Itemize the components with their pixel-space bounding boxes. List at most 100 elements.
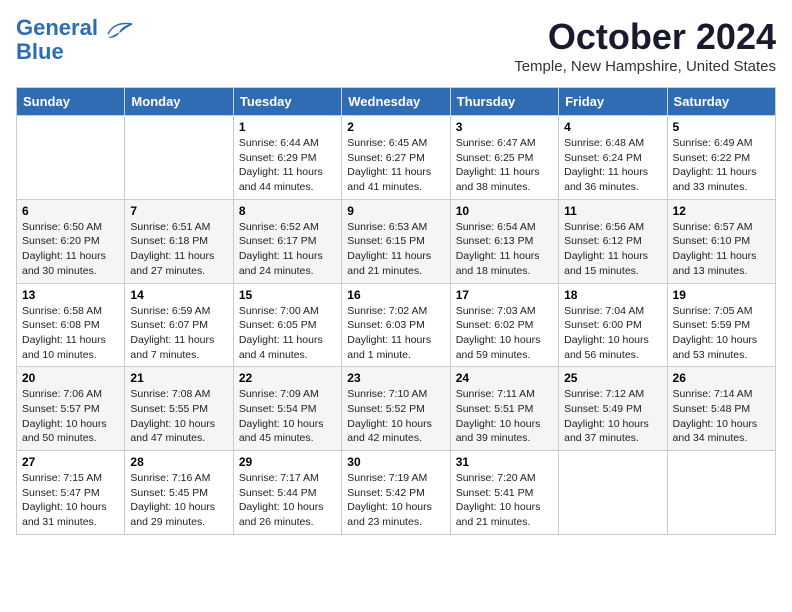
day-info: Sunrise: 7:04 AM Sunset: 6:00 PM Dayligh… — [564, 304, 661, 363]
calendar-cell: 10Sunrise: 6:54 AM Sunset: 6:13 PM Dayli… — [450, 199, 558, 283]
calendar-cell: 27Sunrise: 7:15 AM Sunset: 5:47 PM Dayli… — [17, 451, 125, 535]
day-info: Sunrise: 6:53 AM Sunset: 6:15 PM Dayligh… — [347, 220, 444, 279]
day-info: Sunrise: 6:56 AM Sunset: 6:12 PM Dayligh… — [564, 220, 661, 279]
day-info: Sunrise: 7:15 AM Sunset: 5:47 PM Dayligh… — [22, 471, 119, 530]
day-info: Sunrise: 6:49 AM Sunset: 6:22 PM Dayligh… — [673, 136, 770, 195]
page-header: General Blue October 2024 Temple, New Ha… — [16, 16, 776, 75]
calendar-week-row: 27Sunrise: 7:15 AM Sunset: 5:47 PM Dayli… — [17, 451, 776, 535]
day-number: 28 — [130, 455, 227, 469]
day-info: Sunrise: 6:59 AM Sunset: 6:07 PM Dayligh… — [130, 304, 227, 363]
day-number: 13 — [22, 288, 119, 302]
day-info: Sunrise: 7:16 AM Sunset: 5:45 PM Dayligh… — [130, 471, 227, 530]
day-info: Sunrise: 7:20 AM Sunset: 5:41 PM Dayligh… — [456, 471, 553, 530]
day-info: Sunrise: 7:19 AM Sunset: 5:42 PM Dayligh… — [347, 471, 444, 530]
day-number: 29 — [239, 455, 336, 469]
day-number: 19 — [673, 288, 770, 302]
day-number: 8 — [239, 204, 336, 218]
location: Temple, New Hampshire, United States — [514, 58, 776, 75]
weekday-header-thursday: Thursday — [450, 88, 558, 116]
calendar-cell: 29 Sunrise: 7:17 AM Sunset: 5:44 PM Dayli… — [233, 451, 341, 535]
calendar-week-row: 6 Sunrise: 6:50 AM Sunset: 6:20 PM Daylig… — [17, 199, 776, 283]
calendar-cell: 14Sunrise: 6:59 AM Sunset: 6:07 PM Dayli… — [125, 283, 233, 367]
weekday-header-tuesday: Tuesday — [233, 88, 341, 116]
calendar-cell — [17, 116, 125, 200]
day-number: 11 — [564, 204, 661, 218]
day-info: Sunrise: 6:45 AM Sunset: 6:27 PM Dayligh… — [347, 136, 444, 195]
calendar-cell — [559, 451, 667, 535]
calendar-cell: 30 Sunrise: 7:19 AM Sunset: 5:42 PM Dayli… — [342, 451, 450, 535]
day-info: Sunrise: 7:02 AM Sunset: 6:03 PM Dayligh… — [347, 304, 444, 363]
day-info: Sunrise: 7:11 AM Sunset: 5:51 PM Dayligh… — [456, 387, 553, 446]
calendar-week-row: 1 Sunrise: 6:44 AM Sunset: 6:29 PM Daylig… — [17, 116, 776, 200]
day-number: 23 — [347, 371, 444, 385]
calendar-cell: 11 Sunrise: 6:56 AM Sunset: 6:12 PM Dayli… — [559, 199, 667, 283]
day-info: Sunrise: 7:14 AM Sunset: 5:48 PM Dayligh… — [673, 387, 770, 446]
calendar-cell: 5 Sunrise: 6:49 AM Sunset: 6:22 PM Daylig… — [667, 116, 775, 200]
logo-bird-icon — [106, 20, 134, 38]
calendar-week-row: 13 Sunrise: 6:58 AM Sunset: 6:08 PM Dayli… — [17, 283, 776, 367]
calendar-cell: 26 Sunrise: 7:14 AM Sunset: 5:48 PM Dayli… — [667, 367, 775, 451]
day-info: Sunrise: 7:12 AM Sunset: 5:49 PM Dayligh… — [564, 387, 661, 446]
day-number: 10 — [456, 204, 553, 218]
day-number: 12 — [673, 204, 770, 218]
day-info: Sunrise: 6:48 AM Sunset: 6:24 PM Dayligh… — [564, 136, 661, 195]
day-info: Sunrise: 7:17 AM Sunset: 5:44 PM Dayligh… — [239, 471, 336, 530]
title-block: October 2024 Temple, New Hampshire, Unit… — [514, 16, 776, 75]
day-number: 24 — [456, 371, 553, 385]
day-number: 5 — [673, 120, 770, 134]
calendar-cell: 28 Sunrise: 7:16 AM Sunset: 5:45 PM Dayli… — [125, 451, 233, 535]
calendar-cell: 4Sunrise: 6:48 AM Sunset: 6:24 PM Daylig… — [559, 116, 667, 200]
weekday-header-wednesday: Wednesday — [342, 88, 450, 116]
calendar-cell: 24 Sunrise: 7:11 AM Sunset: 5:51 PM Dayli… — [450, 367, 558, 451]
calendar-cell: 13 Sunrise: 6:58 AM Sunset: 6:08 PM Dayli… — [17, 283, 125, 367]
day-number: 20 — [22, 371, 119, 385]
day-number: 31 — [456, 455, 553, 469]
calendar-cell: 8 Sunrise: 6:52 AM Sunset: 6:17 PM Daylig… — [233, 199, 341, 283]
calendar-cell: 23 Sunrise: 7:10 AM Sunset: 5:52 PM Dayli… — [342, 367, 450, 451]
day-info: Sunrise: 7:05 AM Sunset: 5:59 PM Dayligh… — [673, 304, 770, 363]
weekday-header-saturday: Saturday — [667, 88, 775, 116]
day-number: 6 — [22, 204, 119, 218]
day-info: Sunrise: 6:44 AM Sunset: 6:29 PM Dayligh… — [239, 136, 336, 195]
calendar-cell: 12 Sunrise: 6:57 AM Sunset: 6:10 PM Dayli… — [667, 199, 775, 283]
calendar-cell: 1 Sunrise: 6:44 AM Sunset: 6:29 PM Daylig… — [233, 116, 341, 200]
day-info: Sunrise: 6:51 AM Sunset: 6:18 PM Dayligh… — [130, 220, 227, 279]
weekday-header-friday: Friday — [559, 88, 667, 116]
day-info: Sunrise: 7:10 AM Sunset: 5:52 PM Dayligh… — [347, 387, 444, 446]
calendar-cell: 19 Sunrise: 7:05 AM Sunset: 5:59 PM Dayli… — [667, 283, 775, 367]
day-number: 18 — [564, 288, 661, 302]
day-number: 15 — [239, 288, 336, 302]
day-number: 22 — [239, 371, 336, 385]
day-number: 26 — [673, 371, 770, 385]
day-number: 1 — [239, 120, 336, 134]
logo-text: General — [16, 16, 134, 40]
day-number: 16 — [347, 288, 444, 302]
day-info: Sunrise: 6:58 AM Sunset: 6:08 PM Dayligh… — [22, 304, 119, 363]
calendar-cell: 15 Sunrise: 7:00 AM Sunset: 6:05 PM Dayli… — [233, 283, 341, 367]
day-number: 30 — [347, 455, 444, 469]
calendar-cell: 18 Sunrise: 7:04 AM Sunset: 6:00 PM Dayli… — [559, 283, 667, 367]
day-info: Sunrise: 6:50 AM Sunset: 6:20 PM Dayligh… — [22, 220, 119, 279]
calendar-cell: 16 Sunrise: 7:02 AM Sunset: 6:03 PM Dayli… — [342, 283, 450, 367]
day-info: Sunrise: 7:00 AM Sunset: 6:05 PM Dayligh… — [239, 304, 336, 363]
calendar-cell: 31 Sunrise: 7:20 AM Sunset: 5:41 PM Dayli… — [450, 451, 558, 535]
calendar-header-row: SundayMondayTuesdayWednesdayThursdayFrid… — [17, 88, 776, 116]
day-info: Sunrise: 7:03 AM Sunset: 6:02 PM Dayligh… — [456, 304, 553, 363]
day-number: 21 — [130, 371, 227, 385]
calendar-cell: 9Sunrise: 6:53 AM Sunset: 6:15 PM Daylig… — [342, 199, 450, 283]
month-title: October 2024 — [514, 16, 776, 58]
day-info: Sunrise: 7:09 AM Sunset: 5:54 PM Dayligh… — [239, 387, 336, 446]
weekday-header-sunday: Sunday — [17, 88, 125, 116]
calendar-cell: 7 Sunrise: 6:51 AM Sunset: 6:18 PM Daylig… — [125, 199, 233, 283]
day-info: Sunrise: 7:06 AM Sunset: 5:57 PM Dayligh… — [22, 387, 119, 446]
calendar-table: SundayMondayTuesdayWednesdayThursdayFrid… — [16, 87, 776, 535]
calendar-cell: 6 Sunrise: 6:50 AM Sunset: 6:20 PM Daylig… — [17, 199, 125, 283]
calendar-week-row: 20 Sunrise: 7:06 AM Sunset: 5:57 PM Dayli… — [17, 367, 776, 451]
day-number: 7 — [130, 204, 227, 218]
day-number: 3 — [456, 120, 553, 134]
day-info: Sunrise: 6:52 AM Sunset: 6:17 PM Dayligh… — [239, 220, 336, 279]
day-number: 17 — [456, 288, 553, 302]
day-number: 25 — [564, 371, 661, 385]
calendar-cell: 17 Sunrise: 7:03 AM Sunset: 6:02 PM Dayli… — [450, 283, 558, 367]
day-info: Sunrise: 6:57 AM Sunset: 6:10 PM Dayligh… — [673, 220, 770, 279]
